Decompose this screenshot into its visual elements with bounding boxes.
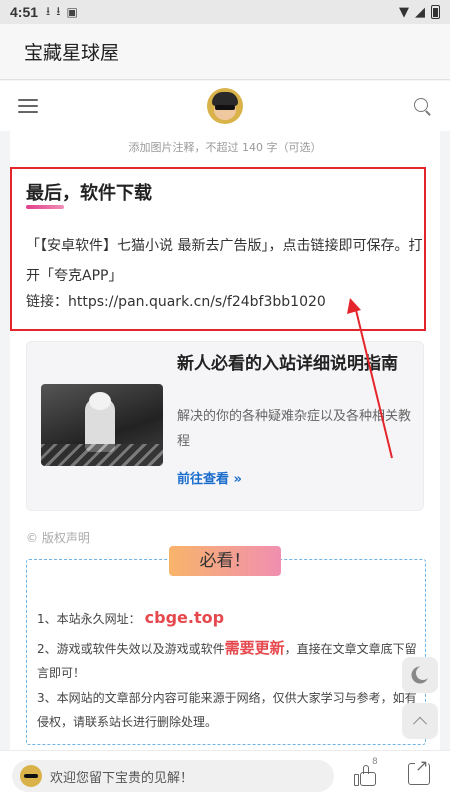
hamburger-icon[interactable]: [18, 99, 38, 113]
download-icon: ⭳: [46, 3, 51, 18]
avatar: [20, 765, 42, 787]
update-highlight: 需要更新: [224, 639, 285, 657]
chevron-up-icon: [412, 716, 428, 731]
article-content: 添加图片注释，不超过 140 字（可选） 最后，软件下载 「【安卓软件】七猫小说…: [10, 131, 440, 750]
status-time: 4:51: [10, 4, 39, 20]
dark-mode-button[interactable]: [402, 657, 438, 693]
share-icon[interactable]: [408, 756, 430, 785]
notice-line-2: 2、游戏或软件失效以及游戏或软件需要更新，直接在文章文章底下留言即可！: [37, 636, 417, 685]
site-domain[interactable]: cbge.top: [145, 608, 224, 627]
must-read-badge: 必看！: [169, 546, 281, 576]
comment-input[interactable]: 欢迎您留下宝贵的见解！: [12, 760, 334, 792]
avatar[interactable]: [207, 88, 243, 124]
site-header: [0, 81, 450, 131]
search-icon[interactable]: [412, 96, 432, 116]
app-title: 宝藏星球屋: [24, 42, 120, 64]
app-bar: 宝藏星球屋: [0, 24, 450, 80]
notice-line-3: 3、本网站的文章部分内容可能来源于网络，仅供大家学习与参考，如有侵权，请联系站长…: [37, 691, 417, 729]
app-a-icon: ▣: [66, 5, 78, 19]
title-underline: [26, 205, 64, 209]
notice-box: 必看！ 1、本站永久网址： cbge.top 2、游戏或软件失效以及游戏或软件需要…: [26, 546, 426, 745]
promo-card[interactable]: 新人必看的入站详细说明指南 解决的你的各种疑难杂症以及各种相关教程 前往查看 »: [26, 341, 424, 511]
wifi-icon: ▼: [399, 4, 409, 20]
bottom-bar: 欢迎您留下宝贵的见解！ 8: [0, 750, 450, 800]
image-caption: 添加图片注释，不超过 140 字（可选）: [128, 141, 322, 154]
comment-placeholder: 欢迎您留下宝贵的见解！: [50, 770, 194, 786]
download-icon: ⭳: [56, 3, 61, 18]
status-bar: 4:51 ⭳ ⭳ ▣ ▼ ◢: [0, 0, 450, 24]
promo-thumbnail[interactable]: [41, 384, 163, 466]
notice-line-1: 1、本站永久网址： cbge.top: [37, 608, 224, 627]
download-link[interactable]: https://pan.quark.cn/s/f24bf3bb1020: [68, 294, 326, 310]
signal-icon: ◢: [415, 4, 425, 20]
like-count: 8: [372, 757, 378, 767]
promo-title[interactable]: 新人必看的入站详细说明指南: [177, 354, 413, 375]
notice-line-1-text: 1、本站永久网址：: [37, 612, 141, 626]
download-link-line: 链接：https://pan.quark.cn/s/f24bf3bb1020: [26, 291, 326, 311]
back-to-top-button[interactable]: [402, 703, 438, 739]
battery-icon: [431, 5, 440, 19]
notice-line-2-text: 2、游戏或软件失效以及游戏或软件: [37, 642, 225, 656]
moon-icon: [416, 666, 430, 680]
section-title: 最后，软件下载: [26, 183, 152, 204]
copyright-notice[interactable]: © 版权声明: [26, 529, 90, 546]
promo-description: 解决的你的各种疑难杂症以及各种相关教程: [177, 409, 412, 449]
download-paragraph: 「【安卓软件】七猫小说 最新去广告版」，点击链接即可保存。打开「夸克APP」: [26, 238, 423, 284]
link-prefix: 链接：: [26, 294, 68, 310]
promo-view-link[interactable]: 前往查看 »: [177, 468, 242, 487]
